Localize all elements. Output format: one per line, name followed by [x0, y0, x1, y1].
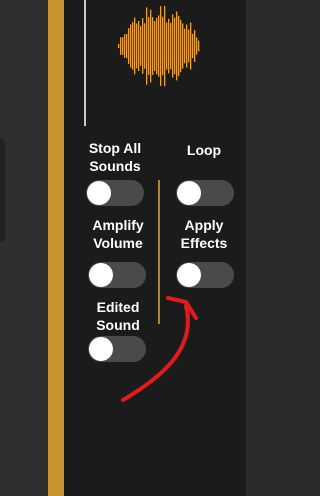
waveform-bar — [134, 17, 136, 75]
amplify-volume-label: Amplify Volume — [92, 217, 144, 251]
waveform-bar — [126, 33, 128, 59]
toggle-knob — [87, 181, 111, 205]
waveform-bar — [182, 23, 184, 69]
waveform-bar — [128, 28, 130, 64]
waveform-bar — [166, 22, 168, 70]
waveform-bar — [162, 16, 164, 76]
waveform-bar — [148, 17, 150, 75]
panel-accent-border — [48, 0, 64, 496]
column-divider — [158, 180, 160, 324]
waveform-bar — [156, 17, 158, 75]
waveform-bar — [140, 26, 142, 66]
waveform-bar — [180, 19, 182, 73]
waveform-bar — [144, 23, 146, 69]
waveform-bar — [132, 22, 134, 70]
loop-toggle[interactable] — [176, 180, 234, 206]
waveform-bar — [124, 34, 126, 58]
waveform-bar — [158, 15, 160, 77]
waveform-bar — [198, 40, 200, 52]
waveform-bar — [142, 18, 144, 74]
waveform-bar — [118, 44, 120, 48]
waveform-bar — [170, 22, 172, 70]
waveform-bar — [138, 21, 140, 71]
toggle-knob — [89, 337, 113, 361]
apply-effects-toggle[interactable] — [176, 262, 234, 288]
waveform-bar — [188, 29, 190, 63]
waveform-bar — [174, 17, 176, 75]
waveform-bar — [150, 9, 152, 83]
toggle-knob — [177, 263, 201, 287]
waveform-bar — [186, 24, 188, 68]
rail-notch — [0, 138, 5, 242]
loop-label: Loop — [186, 142, 222, 158]
waveform-bar — [122, 37, 124, 55]
waveform-bar — [152, 17, 154, 75]
waveform-bar — [136, 23, 138, 69]
waveform-bar — [178, 15, 180, 77]
edited-sound-label: Edited Sound — [96, 299, 140, 333]
left-rail — [0, 0, 48, 496]
waveform-bar — [164, 5, 166, 87]
waveform-bar — [160, 6, 162, 86]
stop-all-sounds-toggle[interactable] — [86, 180, 144, 206]
waveform-bar — [172, 14, 174, 78]
waveform-divider — [84, 0, 86, 126]
edited-sound-toggle[interactable] — [88, 336, 146, 362]
stop-all-sounds-label: Stop All Sounds — [88, 140, 142, 174]
waveform-bar — [146, 7, 148, 85]
waveform-bar — [196, 37, 198, 55]
audio-waveform — [118, 5, 200, 87]
waveform-bar — [130, 24, 132, 68]
waveform-bar — [168, 18, 170, 74]
waveform-bar — [176, 11, 178, 81]
waveform-bar — [154, 21, 156, 71]
waveform-bar — [120, 37, 122, 55]
waveform-bar — [194, 29, 196, 63]
waveform-bar — [190, 22, 192, 70]
apply-effects-label: Apply Effects — [180, 217, 228, 251]
toggle-knob — [177, 181, 201, 205]
amplify-volume-toggle[interactable] — [88, 262, 146, 288]
toggle-knob — [89, 263, 113, 287]
waveform-bar — [184, 28, 186, 64]
waveform-bar — [192, 33, 194, 59]
